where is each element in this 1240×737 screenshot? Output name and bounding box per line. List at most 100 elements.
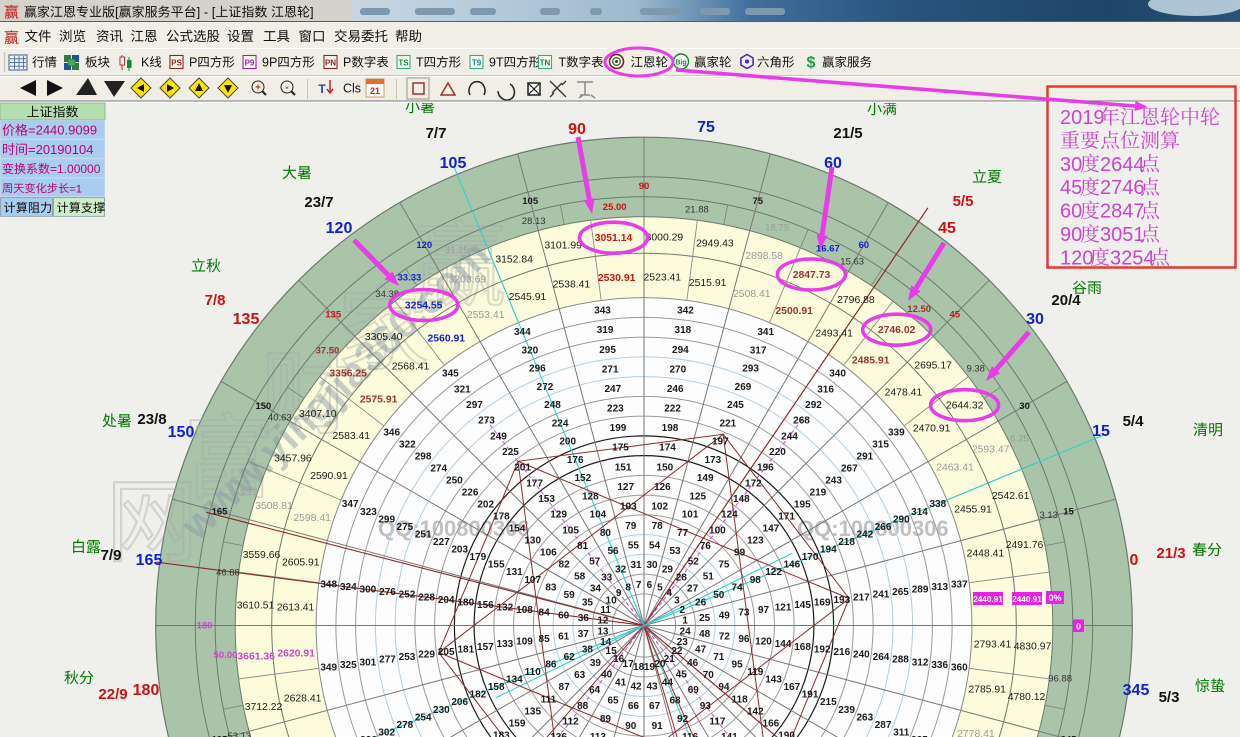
svg-text:171: 171	[778, 512, 795, 523]
svg-text:175: 175	[612, 443, 629, 454]
svg-text:=2440.9099: =2440.9099	[28, 123, 97, 138]
svg-text:100: 100	[709, 525, 726, 536]
svg-text:2515.91: 2515.91	[689, 278, 727, 289]
svg-text:28: 28	[676, 572, 688, 583]
svg-text:347: 347	[342, 499, 359, 510]
svg-text:60: 60	[1060, 201, 1082, 223]
svg-text:4: 4	[667, 588, 673, 599]
svg-text:266: 266	[875, 522, 892, 533]
svg-text:5/4: 5/4	[1123, 413, 1145, 430]
svg-text:155: 155	[488, 560, 505, 571]
svg-text:122: 122	[765, 567, 782, 578]
svg-text:2746: 2746	[1100, 177, 1145, 199]
svg-text:247: 247	[604, 384, 621, 395]
svg-text:193: 193	[833, 595, 850, 606]
svg-text:190: 190	[778, 730, 795, 737]
svg-text:0: 0	[1076, 622, 1081, 632]
svg-text:2695.17: 2695.17	[914, 361, 952, 372]
svg-text:345: 345	[442, 369, 459, 380]
svg-text:195: 195	[794, 500, 811, 511]
svg-text:344: 344	[514, 327, 531, 338]
svg-text:38: 38	[582, 644, 594, 655]
svg-text:12.50: 12.50	[907, 304, 931, 315]
svg-text:311: 311	[893, 728, 910, 737]
svg-text:147: 147	[763, 524, 780, 535]
svg-text:126: 126	[654, 482, 671, 493]
svg-text:25.00: 25.00	[603, 202, 627, 213]
svg-text:78: 78	[652, 521, 664, 532]
svg-text:PN: PN	[325, 58, 336, 67]
svg-text:276: 276	[379, 587, 396, 598]
svg-text:5: 5	[657, 583, 663, 594]
svg-text:24: 24	[680, 626, 692, 637]
svg-text:6.25: 6.25	[1010, 433, 1029, 444]
svg-text:346: 346	[383, 427, 400, 438]
svg-text:3101.99: 3101.99	[544, 241, 582, 252]
svg-text:336: 336	[931, 660, 948, 671]
svg-text:150: 150	[657, 462, 674, 473]
svg-text:130: 130	[524, 536, 541, 547]
svg-text:84: 84	[539, 608, 551, 619]
svg-text:21/5: 21/5	[833, 125, 862, 142]
svg-text:71: 71	[713, 652, 725, 663]
svg-text:56: 56	[607, 546, 619, 557]
svg-text:148: 148	[733, 494, 750, 505]
svg-text:2644: 2644	[1100, 154, 1145, 176]
svg-text:88: 88	[577, 701, 589, 712]
svg-text:=1: =1	[69, 183, 82, 195]
svg-text:129: 129	[550, 510, 567, 521]
svg-text:201: 201	[514, 463, 531, 474]
svg-text:30: 30	[1060, 154, 1082, 176]
svg-text:59: 59	[564, 590, 576, 601]
svg-text:P9: P9	[245, 58, 255, 67]
svg-text:2560.91: 2560.91	[428, 333, 466, 344]
svg-text:340: 340	[829, 369, 846, 380]
svg-text:33.33: 33.33	[398, 273, 422, 284]
svg-text:113: 113	[590, 732, 607, 737]
svg-text:339: 339	[888, 427, 905, 438]
svg-text:149: 149	[697, 473, 714, 484]
svg-text:2898.58: 2898.58	[745, 251, 783, 262]
svg-text:42: 42	[630, 682, 642, 693]
svg-text:205: 205	[438, 647, 455, 658]
svg-text:=20190104: =20190104	[28, 142, 93, 157]
svg-text:270: 270	[669, 364, 686, 375]
svg-text:2644.32: 2644.32	[946, 401, 984, 412]
svg-text:342: 342	[677, 306, 694, 317]
svg-text:227: 227	[433, 537, 450, 548]
svg-text:168: 168	[794, 642, 811, 653]
svg-text:2575.91: 2575.91	[360, 394, 398, 405]
svg-text:53: 53	[669, 546, 681, 557]
svg-text:312: 312	[912, 657, 929, 668]
svg-text:120: 120	[416, 240, 432, 251]
svg-text:3407.10: 3407.10	[299, 409, 337, 420]
svg-text:49: 49	[719, 610, 731, 621]
svg-text:53.13: 53.13	[227, 731, 251, 737]
svg-text:2545.91: 2545.91	[509, 292, 547, 303]
svg-text:7/7: 7/7	[426, 125, 447, 142]
svg-text:274: 274	[430, 463, 447, 474]
svg-text:31.25: 31.25	[445, 245, 469, 256]
svg-text:275: 275	[397, 522, 414, 533]
svg-text:103: 103	[620, 501, 637, 512]
svg-text:12: 12	[597, 616, 609, 627]
svg-text:-: -	[285, 83, 288, 94]
svg-text:87: 87	[559, 682, 571, 693]
svg-text:191: 191	[802, 690, 819, 701]
svg-text:73: 73	[738, 608, 750, 619]
svg-text:101: 101	[682, 510, 699, 521]
svg-text:289: 289	[912, 585, 929, 596]
svg-text:180: 180	[197, 621, 213, 632]
svg-text:57: 57	[589, 557, 601, 568]
svg-text:300: 300	[360, 585, 377, 596]
svg-text:0: 0	[1130, 552, 1139, 569]
svg-text:46.88: 46.88	[216, 568, 240, 579]
svg-text:244: 244	[781, 431, 798, 442]
svg-text:106: 106	[540, 548, 557, 559]
svg-text:299: 299	[378, 514, 395, 525]
svg-text:109: 109	[516, 637, 533, 648]
svg-text:313: 313	[931, 582, 948, 593]
svg-text:104: 104	[590, 510, 607, 521]
svg-text:$: $	[807, 55, 816, 72]
svg-text:4830.97: 4830.97	[1014, 641, 1052, 652]
